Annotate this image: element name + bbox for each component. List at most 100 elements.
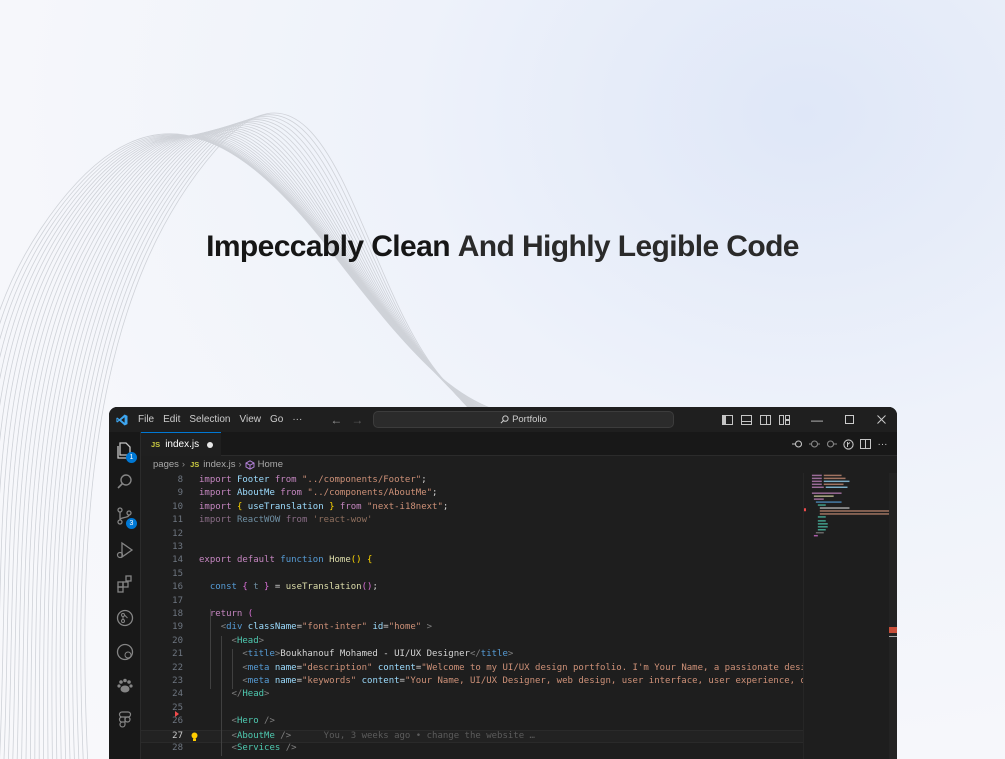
code-text: <Hero /> bbox=[231, 716, 275, 727]
code-line[interactable]: 8 import Footer from "../components/Foote… bbox=[141, 475, 803, 488]
code-text: <meta name="description" content="Welcom… bbox=[242, 662, 803, 673]
line-number: 28 bbox=[172, 743, 183, 753]
code-line[interactable]: 24 </Head> bbox=[141, 689, 803, 702]
code-line[interactable]: 20 <Head> bbox=[141, 636, 803, 649]
code-line[interactable]: 17 bbox=[141, 596, 803, 609]
code-text: export default function Home() { bbox=[199, 555, 373, 566]
remote-explorer-icon[interactable] bbox=[115, 642, 135, 662]
chevron-right-icon: › bbox=[181, 459, 186, 470]
code-text: import Footer from "../components/Footer… bbox=[199, 475, 427, 485]
menu-more[interactable]: ··· bbox=[292, 414, 302, 425]
line-number: 13 bbox=[172, 542, 183, 552]
code-text: <Head> bbox=[231, 635, 265, 646]
code-line[interactable]: 11 import ReactWOW from 'react-wow' bbox=[141, 515, 803, 528]
toggle-secondary-sidebar-icon[interactable] bbox=[756, 407, 774, 432]
tab-index-js[interactable]: JS index.js bbox=[141, 432, 221, 456]
minimize-icon[interactable]: — bbox=[801, 407, 833, 432]
code-editor[interactable]: 8 import Footer from "../components/Foote… bbox=[141, 475, 803, 759]
headline-bold: Impeccably Clean bbox=[206, 230, 450, 263]
toggle-primary-sidebar-icon[interactable] bbox=[718, 407, 736, 432]
maximize-icon[interactable] bbox=[833, 407, 865, 432]
line-number: 21 bbox=[172, 649, 183, 660]
line-number: 22 bbox=[172, 662, 183, 673]
code-text: return ( bbox=[209, 609, 254, 619]
paw-extension-icon[interactable] bbox=[115, 676, 135, 696]
search-icon bbox=[500, 415, 509, 424]
unsaved-dot-icon[interactable] bbox=[207, 442, 213, 448]
code-line[interactable]: 12 bbox=[141, 529, 803, 542]
close-icon[interactable] bbox=[865, 407, 897, 432]
breadcrumb-symbol[interactable]: Home bbox=[258, 459, 283, 470]
tab-label: index.js bbox=[165, 439, 200, 450]
code-line[interactable]: 9 import AboutMe from "../components/Abou… bbox=[141, 488, 803, 501]
menu-go[interactable]: Go bbox=[270, 414, 283, 425]
code-line[interactable]: 15 bbox=[141, 569, 803, 582]
code-line[interactable]: 26 <Hero /> bbox=[141, 711, 803, 729]
next-change-icon[interactable] bbox=[823, 432, 840, 456]
activity-bar: 1 3 bbox=[109, 432, 141, 759]
code-line[interactable]: 27 <AboutMe /> You, 3 weeks ago • change… bbox=[141, 729, 803, 743]
line-number: 27 bbox=[172, 730, 183, 741]
line-number: 11 bbox=[172, 515, 183, 526]
run-debug-icon[interactable] bbox=[115, 540, 135, 560]
code-text: import ReactWOW from 'react-wow' bbox=[199, 515, 373, 526]
vertical-scrollbar[interactable] bbox=[889, 473, 897, 759]
gitlens-compare-icon[interactable] bbox=[840, 432, 857, 456]
code-text: <Services /> bbox=[231, 743, 297, 753]
extensions-icon[interactable] bbox=[115, 574, 135, 594]
minimap[interactable] bbox=[803, 473, 889, 759]
search-sidebar-icon[interactable] bbox=[115, 472, 135, 492]
symbol-method-icon bbox=[245, 459, 255, 470]
menu-edit[interactable]: Edit bbox=[163, 414, 180, 425]
code-text: const { t } = useTranslation(); bbox=[209, 582, 378, 593]
command-center-search[interactable]: Portfolio bbox=[373, 411, 674, 428]
menu-view[interactable]: View bbox=[240, 414, 262, 425]
figma-icon[interactable] bbox=[115, 710, 135, 730]
line-number: 17 bbox=[172, 595, 183, 606]
lightbulb-icon[interactable] bbox=[191, 732, 198, 742]
code-line[interactable]: 28 <Services /> bbox=[141, 743, 803, 756]
menu-selection[interactable]: Selection bbox=[189, 414, 230, 425]
code-line[interactable]: 23 <meta name="keywords" content="Your N… bbox=[141, 676, 803, 689]
line-number: 24 bbox=[172, 689, 183, 700]
indent-guide bbox=[221, 635, 222, 757]
code-text: import { useTranslation } from "next-i18… bbox=[199, 501, 449, 512]
code-text: import AboutMe from "../components/About… bbox=[199, 488, 438, 499]
line-number: 20 bbox=[172, 635, 183, 646]
customize-layout-icon[interactable] bbox=[775, 407, 793, 432]
split-editor-icon[interactable] bbox=[857, 432, 874, 456]
back-arrow-icon[interactable]: ← bbox=[330, 413, 342, 427]
source-control-badge: 3 bbox=[126, 518, 137, 529]
code-line[interactable]: 16 const { t } = useTranslation(); bbox=[141, 582, 803, 595]
breadcrumb-folder[interactable]: pages bbox=[153, 459, 179, 470]
js-file-icon: JS bbox=[151, 440, 161, 449]
line-number: 12 bbox=[172, 528, 183, 539]
vscode-logo-icon bbox=[116, 414, 128, 425]
line-number: 9 bbox=[177, 488, 183, 499]
code-line[interactable]: 22 <meta name="description" content="Wel… bbox=[141, 663, 803, 676]
title-bar: File Edit Selection View Go ··· ← → Port… bbox=[109, 407, 897, 432]
gitlens-icon[interactable] bbox=[115, 608, 135, 628]
line-number: 15 bbox=[172, 568, 183, 579]
code-line[interactable]: 21 <title>Boukhanouf Mohamed - UI/UX Des… bbox=[141, 649, 803, 662]
git-deleted-marker-icon[interactable] bbox=[175, 711, 179, 718]
code-line[interactable]: 10 import { useTranslation } from "next-i… bbox=[141, 502, 803, 515]
code-text: <title>Boukhanouf Mohamed - UI/UX Design… bbox=[242, 649, 514, 660]
breadcrumb-file[interactable]: index.js bbox=[203, 459, 235, 470]
line-number: 14 bbox=[172, 555, 183, 566]
headline-rest: And Highly Legible Code bbox=[457, 230, 800, 263]
code-line[interactable]: 18 return ( bbox=[141, 609, 803, 622]
previous-change-icon[interactable] bbox=[806, 432, 823, 456]
forward-arrow-icon[interactable]: → bbox=[351, 413, 363, 427]
code-line[interactable]: 25 bbox=[141, 703, 803, 716]
code-line[interactable]: 14 export default function Home() { bbox=[141, 555, 803, 568]
indent-guide bbox=[232, 649, 233, 690]
more-actions-icon[interactable]: ··· bbox=[874, 432, 891, 456]
open-changes-icon[interactable] bbox=[789, 432, 806, 456]
line-number: 26 bbox=[172, 716, 183, 727]
code-line[interactable]: 13 bbox=[141, 542, 803, 555]
toggle-panel-icon[interactable] bbox=[737, 407, 755, 432]
menu-file[interactable]: File bbox=[138, 414, 154, 425]
code-line[interactable]: 19 <div className="font-inter" id="home"… bbox=[141, 622, 803, 635]
scrollbar-cursor-marker bbox=[889, 636, 897, 637]
